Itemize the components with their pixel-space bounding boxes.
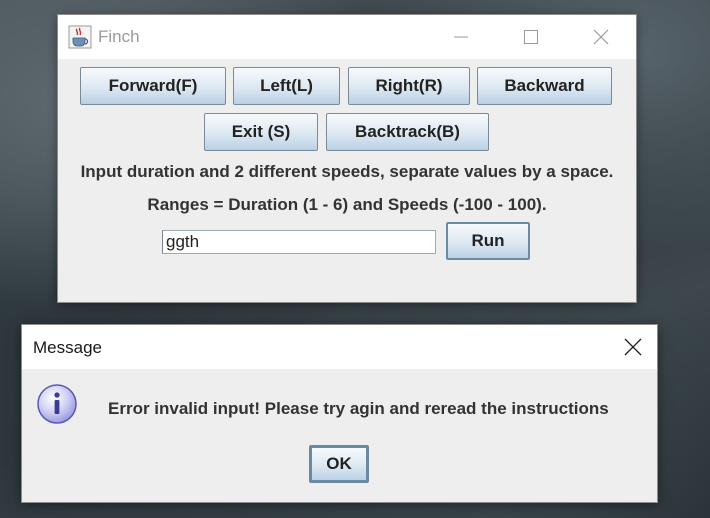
dialog-title: Message [33,338,102,357]
instruction-text: Input duration and 2 different speeds, s… [80,162,614,181]
minimize-button[interactable] [438,15,484,59]
backward-button[interactable]: Backward [477,67,612,105]
run-button[interactable]: Run [446,222,530,260]
info-icon [37,384,77,424]
error-message: Error invalid input! Please try agin and… [108,399,609,418]
minimize-icon [454,36,468,38]
forward-button[interactable]: Forward(F) [80,67,226,105]
dialog-close-button[interactable] [610,325,656,369]
close-icon [624,338,642,356]
left-button[interactable]: Left(L) [233,67,340,105]
message-dialog: Message Error invalid input! Please try … [22,325,657,502]
finch-window: Finch Forward(F) Left(L) Right(R) Backwa… [58,15,636,302]
maximize-icon [524,30,538,44]
ok-button[interactable]: OK [309,445,369,483]
java-coffee-cup-icon [68,25,92,49]
backtrack-button[interactable]: Backtrack(B) [326,113,489,151]
maximize-button[interactable] [508,15,554,59]
close-icon [593,29,609,45]
duration-speed-input[interactable] [162,230,436,254]
close-button[interactable] [578,15,624,59]
finch-titlebar[interactable]: Finch [58,15,636,59]
window-title: Finch [98,27,140,46]
dialog-titlebar[interactable]: Message [22,325,657,369]
ranges-text: Ranges = Duration (1 - 6) and Speeds (-1… [147,195,547,214]
right-button[interactable]: Right(R) [348,67,470,105]
exit-button[interactable]: Exit (S) [204,113,318,151]
